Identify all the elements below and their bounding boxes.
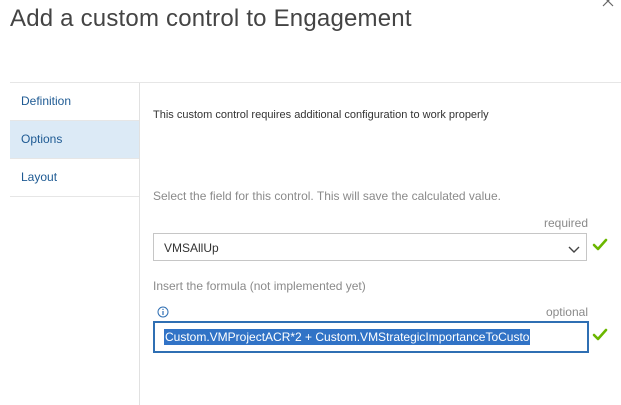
formula-label: Insert the formula (not implemented yet) — [153, 279, 366, 293]
formula-input[interactable]: Custom.VMProjectACR*2 + Custom.VMStrateg… — [153, 321, 589, 353]
nav-item-label: Definition — [21, 94, 72, 108]
chevron-down-icon[interactable] — [568, 242, 580, 253]
formula-input-value: Custom.VMProjectACR*2 + Custom.VMStrateg… — [164, 329, 531, 345]
close-icon[interactable] — [602, 0, 614, 7]
field-select-value: VMSAllUp — [164, 241, 219, 255]
nav-item-label: Layout — [21, 170, 58, 184]
configuration-notice: This custom control requires additional … — [153, 109, 489, 121]
nav-item-layout[interactable]: Layout — [10, 159, 139, 197]
required-label: required — [543, 216, 588, 230]
field-instruction: Select the field for this control. This … — [153, 189, 501, 203]
options-panel: This custom control requires additional … — [153, 83, 613, 405]
nav-item-label: Options — [21, 132, 63, 146]
valid-check-icon — [592, 238, 608, 252]
nav-item-definition[interactable]: Definition — [10, 83, 139, 121]
nav-item-options[interactable]: Options — [10, 121, 139, 159]
dialog-title: Add a custom control to Engagement — [10, 5, 412, 32]
info-icon[interactable] — [157, 305, 169, 318]
dialog-nav: Definition Options Layout — [10, 83, 140, 405]
field-select[interactable]: VMSAllUp — [153, 233, 587, 261]
valid-check-icon — [592, 328, 608, 342]
optional-label: optional — [545, 305, 588, 319]
